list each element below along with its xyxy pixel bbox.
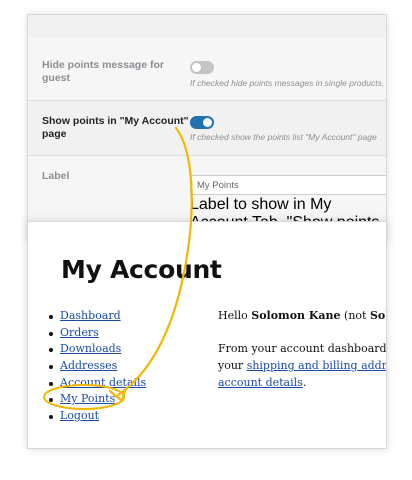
show-points-toggle[interactable]: [190, 116, 214, 129]
greeting-name-2: Solomon: [369, 309, 386, 322]
nav-link-orders[interactable]: Orders: [60, 326, 99, 339]
nav-item-downloads: Downloads: [49, 341, 146, 358]
dashboard-line3-suffix: .: [302, 376, 307, 389]
page-title: My Account: [61, 255, 222, 284]
hide-points-row: Hide points message for guest If checked…: [28, 37, 387, 101]
dashboard-line2-prefix: your: [218, 359, 247, 372]
dashboard-intro-line2: your shipping and billing addresses: [218, 358, 386, 375]
bullet: [49, 398, 53, 403]
dashboard-intro-line1: From your account dashboard you c: [218, 342, 387, 355]
nav-link-account-details[interactable]: Account details: [60, 376, 146, 389]
nav-link-logout[interactable]: Logout: [60, 409, 99, 422]
dashboard-intro-line3: account details.: [218, 375, 386, 392]
label-field-label: Label: [42, 170, 70, 182]
bullet: [49, 365, 53, 370]
nav-item-my-points: My Points: [49, 391, 146, 408]
nav-link-downloads[interactable]: Downloads: [60, 342, 121, 355]
nav-link-my-points[interactable]: My Points: [60, 392, 115, 405]
bullet: [49, 381, 53, 386]
show-points-help: If checked show the points list "My Acco…: [190, 132, 377, 142]
nav-item-dashboard: Dashboard: [49, 308, 146, 325]
show-points-row: Show points in "My Account" page If chec…: [28, 101, 386, 155]
account-details-link[interactable]: account details: [218, 376, 303, 389]
nav-link-dashboard[interactable]: Dashboard: [60, 309, 121, 322]
nav-item-logout: Logout: [49, 408, 146, 425]
hide-points-help: If checked hide points messages in singl…: [190, 78, 387, 88]
bullet: [49, 415, 53, 420]
nav-item-addresses: Addresses: [49, 358, 146, 375]
label-input[interactable]: My Points: [190, 175, 386, 195]
greeting: Hello Solomon Kane (not Solomon: [218, 308, 386, 325]
greeting-name: Solomon Kane: [251, 309, 341, 322]
bullet: [49, 348, 53, 353]
bullet: [49, 315, 53, 319]
account-panel: My Account Dashboard Orders Downloads Ad…: [27, 221, 387, 449]
hide-points-toggle[interactable]: [190, 61, 214, 74]
show-points-label: Show points in "My Account" page: [42, 115, 189, 140]
account-navigation: Dashboard Orders Downloads Addresses Acc…: [49, 308, 146, 425]
nav-item-orders: Orders: [49, 325, 146, 342]
bullet: [49, 331, 53, 336]
nav-link-addresses[interactable]: Addresses: [60, 359, 117, 372]
settings-panel: Hide points message for guest If checked…: [27, 14, 387, 242]
greeting-mid: (not: [340, 309, 370, 322]
nav-item-account-details: Account details: [49, 375, 146, 392]
greeting-prefix: Hello: [218, 309, 252, 322]
shipping-billing-link[interactable]: shipping and billing addresses: [247, 359, 386, 372]
hide-points-label: Hide points message for guest: [42, 59, 164, 84]
